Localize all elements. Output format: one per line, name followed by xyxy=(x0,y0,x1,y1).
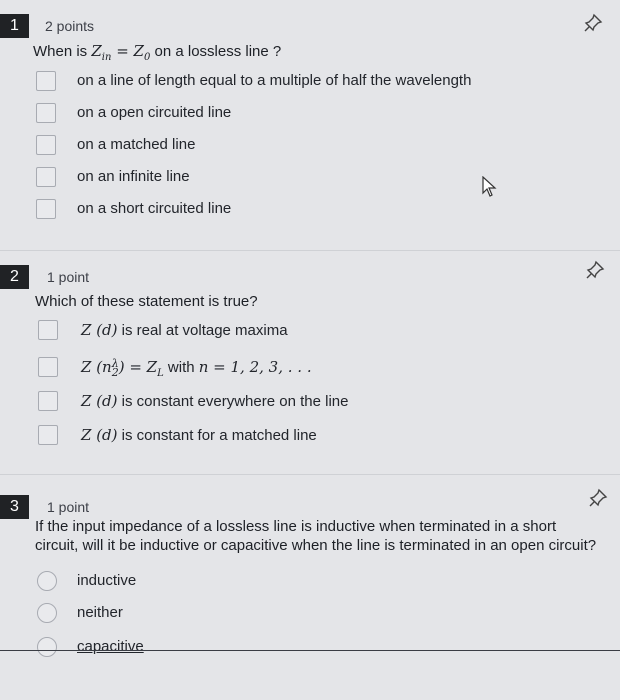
radio-button[interactable] xyxy=(37,603,57,623)
question-3: 3 1 point If the input impedance of a lo… xyxy=(0,0,620,700)
pin-icon[interactable] xyxy=(587,487,609,509)
option-1[interactable]: inductive xyxy=(37,571,237,595)
option-2[interactable]: neither xyxy=(37,603,237,627)
question-points: 1 point xyxy=(47,499,90,515)
question-number: 3 xyxy=(0,495,29,519)
option-label: capacitive xyxy=(77,638,144,655)
option-3[interactable]: capacitive xyxy=(37,637,237,661)
question-prompt-line-2: circuit, will it be inductive or capacit… xyxy=(35,537,597,554)
option-label: neither xyxy=(77,604,123,621)
radio-button[interactable] xyxy=(37,571,57,591)
radio-button[interactable] xyxy=(37,637,57,657)
bottom-divider xyxy=(0,650,620,651)
option-label: inductive xyxy=(77,572,137,589)
question-prompt-line-1: If the input impedance of a lossless lin… xyxy=(35,518,557,535)
